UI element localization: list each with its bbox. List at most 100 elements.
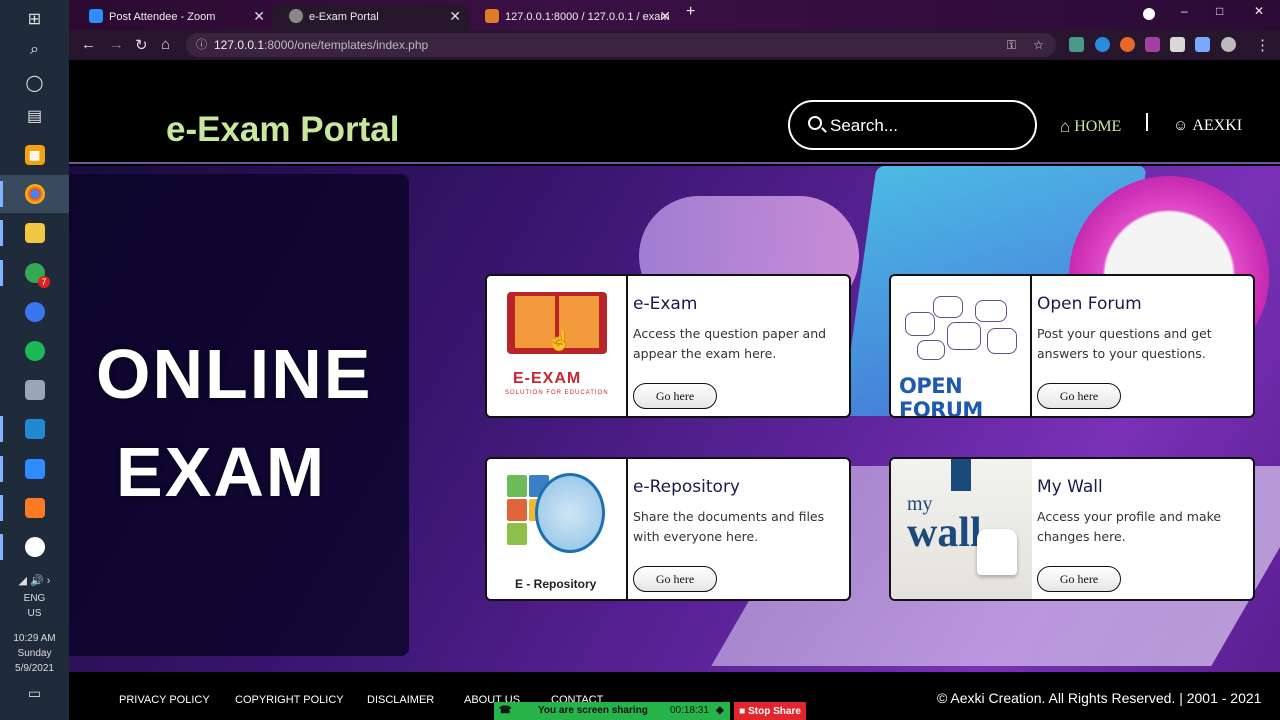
- zoom-favicon-icon: [89, 9, 103, 23]
- remote-app-button[interactable]: [0, 371, 69, 409]
- hero-heading-line2: EXAM: [116, 433, 327, 511]
- zoom-app-button[interactable]: [0, 450, 69, 488]
- bubble: [947, 322, 981, 350]
- card-title: e-Repository: [633, 477, 740, 497]
- tab-title: 127.0.0.1:8000 / 127.0.0.1 / exam: [505, 11, 670, 23]
- e-exam-logo: ☝ E-EXAM SOLUTION FOR EDUCATION: [487, 276, 628, 416]
- footer-link-copyright[interactable]: COPYRIGHT POLICY: [235, 694, 344, 706]
- minimize-icon[interactable]: –: [1181, 4, 1188, 18]
- e-exam-logo-tagline: SOLUTION FOR EDUCATION: [505, 390, 609, 396]
- back-icon[interactable]: ←: [81, 36, 96, 53]
- reload-icon[interactable]: ↻: [135, 36, 148, 54]
- block: [507, 499, 527, 521]
- spotify-app-button[interactable]: [0, 332, 69, 370]
- footer-link-disclaimer[interactable]: DISCLAIMER: [367, 694, 434, 706]
- open-forum-logo-label: OPEN FORUM: [899, 374, 983, 418]
- running-indicator: [0, 260, 3, 286]
- share-timer: 00:18:31: [670, 705, 709, 716]
- tab-zoom[interactable]: Post Attendee - Zoom ✕: [73, 4, 273, 30]
- extension-icon[interactable]: [1170, 37, 1185, 52]
- running-indicator: [0, 416, 3, 442]
- key-icon[interactable]: ⚿: [1007, 33, 1016, 57]
- signal-app-button[interactable]: [0, 293, 69, 331]
- search-icon: ⌕: [30, 41, 39, 58]
- file-explorer-button[interactable]: [0, 214, 69, 252]
- card-e-exam: ☝ E-EXAM SOLUTION FOR EDUCATION e-Exam A…: [485, 274, 851, 418]
- task-view-button[interactable]: ▤: [0, 97, 69, 135]
- site-header: e-Exam Portal ⌂ HOME ☺ AEXKI: [69, 60, 1280, 164]
- bookmark-star-icon[interactable]: ☆: [1033, 33, 1044, 57]
- vscode-app-button[interactable]: [0, 410, 69, 448]
- new-tab-icon[interactable]: +: [686, 3, 695, 21]
- windows-taskbar: ⊞ ⌕ ◯ ▤ ▦ 7 ◢ 🔊 › ENG US 10:29 AM Sunday…: [0, 0, 69, 720]
- search-box[interactable]: [788, 100, 1037, 150]
- maximize-icon[interactable]: □: [1216, 4, 1223, 18]
- zoom-share-bar: ☎ You are screen sharing 00:18:31 ◆ ■ St…: [494, 702, 806, 720]
- xampp-icon: [24, 498, 45, 518]
- chat-app-button[interactable]: 7: [0, 254, 69, 292]
- stop-share-button[interactable]: ■ Stop Share: [734, 702, 806, 720]
- close-tab-icon[interactable]: ✕: [659, 8, 671, 25]
- info-icon[interactable]: ⓘ: [196, 33, 207, 57]
- chrome-app-button[interactable]: [0, 175, 69, 213]
- extension-icon[interactable]: [1120, 37, 1135, 52]
- xampp-app-button[interactable]: [0, 489, 69, 527]
- kebab-menu-icon[interactable]: ⋮: [1255, 36, 1270, 54]
- github-app-button[interactable]: [0, 528, 69, 566]
- extension-icon[interactable]: [1069, 37, 1084, 52]
- speech-bubbles-icon: [903, 294, 1021, 366]
- folder-icon: [24, 223, 45, 243]
- web-page: e-Exam Portal ⌂ HOME ☺ AEXKI ONLINE EXA: [69, 60, 1280, 720]
- tab-title: e-Exam Portal: [309, 11, 379, 23]
- open-forum-logo: OPEN FORUM: [891, 276, 1032, 416]
- forward-icon[interactable]: →: [109, 36, 124, 53]
- home-browser-icon[interactable]: ⌂: [161, 36, 170, 53]
- extension-icon[interactable]: [1145, 37, 1160, 52]
- profile-menu-icon[interactable]: [1143, 8, 1155, 20]
- avatar-icon[interactable]: [1221, 37, 1236, 52]
- url-host: 127.0.0.1: [214, 38, 265, 52]
- footer-link-privacy[interactable]: PRIVACY POLICY: [119, 694, 210, 706]
- nav-user-link[interactable]: ☺ AEXKI: [1173, 117, 1242, 135]
- browser-window: Post Attendee - Zoom ✕ e-Exam Portal ✕ 1…: [69, 0, 1280, 720]
- screen-sharing-indicator[interactable]: ☎ You are screen sharing 00:18:31 ◆: [494, 702, 730, 720]
- clock-time[interactable]: 10:29 AM: [0, 631, 69, 646]
- card-open-forum: OPEN FORUM Open Forum Post your question…: [889, 274, 1255, 418]
- extension-icon[interactable]: [1095, 37, 1110, 52]
- nav-home-link[interactable]: ⌂ HOME: [1060, 117, 1121, 137]
- circle-icon: ◯: [25, 75, 44, 92]
- chair-icon: [977, 529, 1017, 575]
- search-input[interactable]: [830, 114, 1020, 138]
- nav-home-label: HOME: [1074, 118, 1122, 135]
- close-tab-icon[interactable]: ✕: [253, 8, 265, 25]
- store-app-button[interactable]: ▦: [0, 136, 69, 174]
- my-wall-go-button[interactable]: Go here: [1037, 566, 1121, 592]
- open-forum-go-button[interactable]: Go here: [1037, 383, 1121, 409]
- close-tab-icon[interactable]: ✕: [449, 8, 461, 25]
- shield-icon: ◆: [716, 705, 724, 716]
- close-window-icon[interactable]: ✕: [1254, 4, 1264, 18]
- tray-status-icons[interactable]: ◢ 🔊 ›: [0, 574, 69, 589]
- search-icon: [808, 116, 822, 130]
- windows-icon: ⊞: [27, 11, 42, 28]
- language-indicator[interactable]: ENG: [0, 591, 69, 606]
- tab-phpmyadmin[interactable]: 127.0.0.1:8000 / 127.0.0.1 / exam ✕: [469, 4, 679, 30]
- tab-strip: Post Attendee - Zoom ✕ e-Exam Portal ✕ 1…: [69, 0, 1280, 30]
- user-icon: ☺: [1173, 117, 1189, 134]
- site-title[interactable]: e-Exam Portal: [166, 110, 399, 150]
- tab-exam-portal[interactable]: e-Exam Portal ✕: [273, 4, 469, 30]
- notifications-icon[interactable]: ▭: [0, 686, 69, 701]
- running-indicator: [0, 456, 3, 482]
- puzzle-icon[interactable]: [1195, 37, 1210, 52]
- tab-title: Post Attendee - Zoom: [109, 11, 216, 23]
- e-repository-go-button[interactable]: Go here: [633, 566, 717, 592]
- e-exam-go-button[interactable]: Go here: [633, 383, 717, 409]
- card-my-wall: my wall My Wall Access your profile and …: [889, 457, 1255, 601]
- chrome-icon: [24, 184, 45, 204]
- url-bar[interactable]: ⓘ 127.0.0.1:8000/one/templates/index.php…: [186, 33, 1056, 57]
- running-indicator: [0, 220, 3, 246]
- url-path: :8000/one/templates/index.php: [264, 38, 429, 52]
- globe-icon: [289, 9, 303, 23]
- hero-heading-line1: ONLINE: [96, 335, 373, 413]
- phone-icon: ☎: [499, 705, 512, 716]
